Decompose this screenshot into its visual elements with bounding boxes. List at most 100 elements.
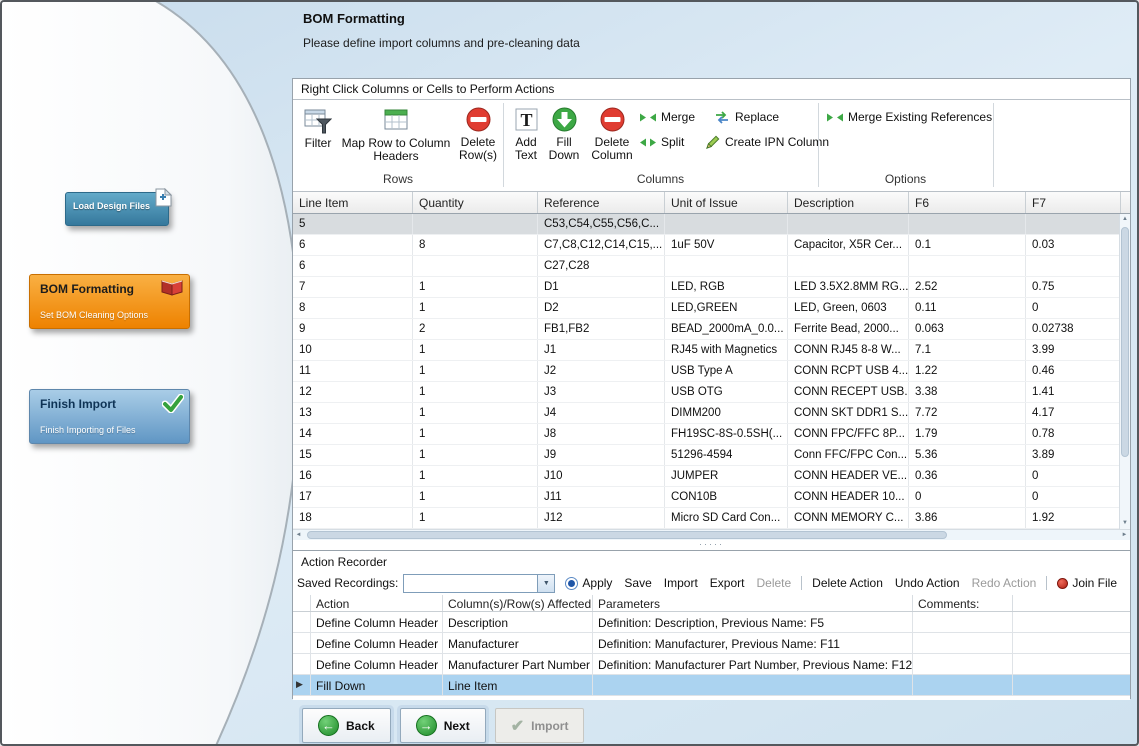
table-cell[interactable]: 16 <box>293 466 413 486</box>
table-cell[interactable]: 1 <box>413 508 538 528</box>
table-cell[interactable]: CONN MEMORY C... <box>788 508 909 528</box>
wizard-step-bom-formatting[interactable]: BOM Formatting Set BOM Cleaning Options <box>29 274 190 329</box>
table-cell[interactable]: C7,C8,C12,C14,C15,... <box>538 235 665 255</box>
table-cell[interactable]: 6 <box>293 235 413 255</box>
table-cell[interactable]: 0.1 <box>909 235 1026 255</box>
map-row-to-column-headers-button[interactable]: Map Row to Column Headers <box>339 106 453 163</box>
table-cell[interactable]: 12 <box>293 382 413 402</box>
table-cell[interactable]: Conn FFC/FPC Con... <box>788 445 909 465</box>
table-row[interactable]: 161J10JUMPERCONN HEADER VE...0.360 <box>293 466 1121 487</box>
table-cell[interactable]: CONN RJ45 8-8 W... <box>788 340 909 360</box>
vertical-scrollbar[interactable]: ▲ ▼ <box>1119 214 1130 529</box>
action-cell[interactable]: Define Column Header <box>311 654 443 674</box>
table-cell[interactable]: 8 <box>293 298 413 318</box>
table-cell[interactable]: 11 <box>293 361 413 381</box>
table-cell[interactable]: 3.89 <box>1026 445 1121 465</box>
table-cell[interactable]: CONN HEADER 10... <box>788 487 909 507</box>
column-header-description[interactable]: Description <box>788 192 909 213</box>
action-cell[interactable]: Manufacturer <box>443 633 593 653</box>
table-cell[interactable]: 17 <box>293 487 413 507</box>
table-cell[interactable]: J10 <box>538 466 665 486</box>
table-cell[interactable] <box>413 256 538 276</box>
action-cell[interactable]: Define Column Header <box>311 612 443 632</box>
table-cell[interactable]: 1 <box>413 487 538 507</box>
column-header-line-item[interactable]: Line Item <box>293 192 413 213</box>
horizontal-scroll-thumb[interactable] <box>307 531 947 539</box>
action-cell[interactable]: Definition: Description, Previous Name: … <box>593 612 913 632</box>
table-cell[interactable]: 1 <box>413 277 538 297</box>
current-row-marker[interactable] <box>293 633 311 653</box>
table-row[interactable]: 68C7,C8,C12,C14,C15,...1uF 50VCapacitor,… <box>293 235 1121 256</box>
table-row[interactable]: 131J4DIMM200CONN SKT DDR1 S...7.724.17 <box>293 403 1121 424</box>
table-row[interactable]: 71D1LED, RGBLED 3.5X2.8MM RG...2.520.75 <box>293 277 1121 298</box>
table-cell[interactable]: LED 3.5X2.8MM RG... <box>788 277 909 297</box>
action-cell[interactable] <box>913 612 1013 632</box>
table-cell[interactable]: Ferrite Bead, 2000... <box>788 319 909 339</box>
action-cell[interactable]: Definition: Manufacturer, Previous Name:… <box>593 633 913 653</box>
scroll-left-icon[interactable]: ◄ <box>293 530 304 540</box>
action-cell[interactable] <box>1013 654 1130 674</box>
next-button[interactable]: → Next <box>400 708 486 743</box>
table-cell[interactable]: LED, Green, 0603 <box>788 298 909 318</box>
create-ipn-column-button[interactable]: Create IPN Column <box>706 135 829 149</box>
table-cell[interactable]: 10 <box>293 340 413 360</box>
table-cell[interactable]: 3.86 <box>909 508 1026 528</box>
table-cell[interactable]: Micro SD Card Con... <box>665 508 788 528</box>
table-cell[interactable]: 0.11 <box>909 298 1026 318</box>
table-cell[interactable] <box>1026 214 1121 234</box>
join-file-link[interactable]: Join File <box>1072 576 1117 590</box>
table-cell[interactable]: 0 <box>1026 487 1121 507</box>
table-row[interactable]: 171J11CON10BCONN HEADER 10...00 <box>293 487 1121 508</box>
table-cell[interactable]: 7.72 <box>909 403 1026 423</box>
table-cell[interactable]: C27,C28 <box>538 256 665 276</box>
table-cell[interactable]: 5.36 <box>909 445 1026 465</box>
table-cell[interactable]: 1.22 <box>909 361 1026 381</box>
table-cell[interactable]: FB1,FB2 <box>538 319 665 339</box>
table-cell[interactable]: 9 <box>293 319 413 339</box>
table-cell[interactable] <box>665 214 788 234</box>
table-cell[interactable]: 1uF 50V <box>665 235 788 255</box>
table-cell[interactable]: 1.92 <box>1026 508 1121 528</box>
table-cell[interactable]: FH19SC-8S-0.5SH(... <box>665 424 788 444</box>
apply-label[interactable]: Apply <box>582 576 612 590</box>
table-cell[interactable]: RJ45 with Magnetics <box>665 340 788 360</box>
table-cell[interactable]: 0.78 <box>1026 424 1121 444</box>
table-cell[interactable]: CON10B <box>665 487 788 507</box>
saved-recordings-select[interactable]: ▼ <box>403 574 555 593</box>
action-cell[interactable] <box>1013 612 1130 632</box>
table-cell[interactable]: 0.75 <box>1026 277 1121 297</box>
scroll-right-icon[interactable]: ► <box>1119 530 1130 540</box>
action-cell[interactable] <box>593 675 913 695</box>
scroll-up-icon[interactable]: ▲ <box>1120 214 1130 225</box>
table-cell[interactable]: USB Type A <box>665 361 788 381</box>
delete-rows-button[interactable]: Delete Row(s) <box>456 106 500 162</box>
chevron-down-icon[interactable]: ▼ <box>537 575 554 592</box>
table-cell[interactable] <box>909 214 1026 234</box>
table-cell[interactable]: 0 <box>909 487 1026 507</box>
column-header-reference[interactable]: Reference <box>538 192 665 213</box>
table-cell[interactable]: CONN FPC/FFC 8P... <box>788 424 909 444</box>
table-cell[interactable]: 3.38 <box>909 382 1026 402</box>
table-cell[interactable]: 0 <box>1026 466 1121 486</box>
table-cell[interactable]: 2.52 <box>909 277 1026 297</box>
table-cell[interactable]: J11 <box>538 487 665 507</box>
table-cell[interactable]: 1 <box>413 361 538 381</box>
table-row[interactable]: 111J2USB Type ACONN RCPT USB 4...1.220.4… <box>293 361 1121 382</box>
table-cell[interactable]: J3 <box>538 382 665 402</box>
wizard-step-finish-import[interactable]: Finish Import Finish Importing of Files <box>29 389 190 444</box>
table-row[interactable]: 141J8FH19SC-8S-0.5SH(...CONN FPC/FFC 8P.… <box>293 424 1121 445</box>
table-cell[interactable]: 1 <box>413 382 538 402</box>
table-cell[interactable]: 7.1 <box>909 340 1026 360</box>
import-recording-link[interactable]: Import <box>664 576 698 590</box>
scroll-down-icon[interactable]: ▼ <box>1120 518 1130 529</box>
table-cell[interactable]: 1 <box>413 466 538 486</box>
apply-radio[interactable] <box>565 577 578 590</box>
table-cell[interactable]: 5 <box>293 214 413 234</box>
action-cell[interactable]: Define Column Header <box>311 633 443 653</box>
table-cell[interactable]: LED,GREEN <box>665 298 788 318</box>
table-cell[interactable]: 14 <box>293 424 413 444</box>
table-cell[interactable]: 13 <box>293 403 413 423</box>
column-header-quantity[interactable]: Quantity <box>413 192 538 213</box>
table-cell[interactable] <box>1026 256 1121 276</box>
table-row[interactable]: 121J3USB OTGCONN RECEPT USB...3.381.41 <box>293 382 1121 403</box>
